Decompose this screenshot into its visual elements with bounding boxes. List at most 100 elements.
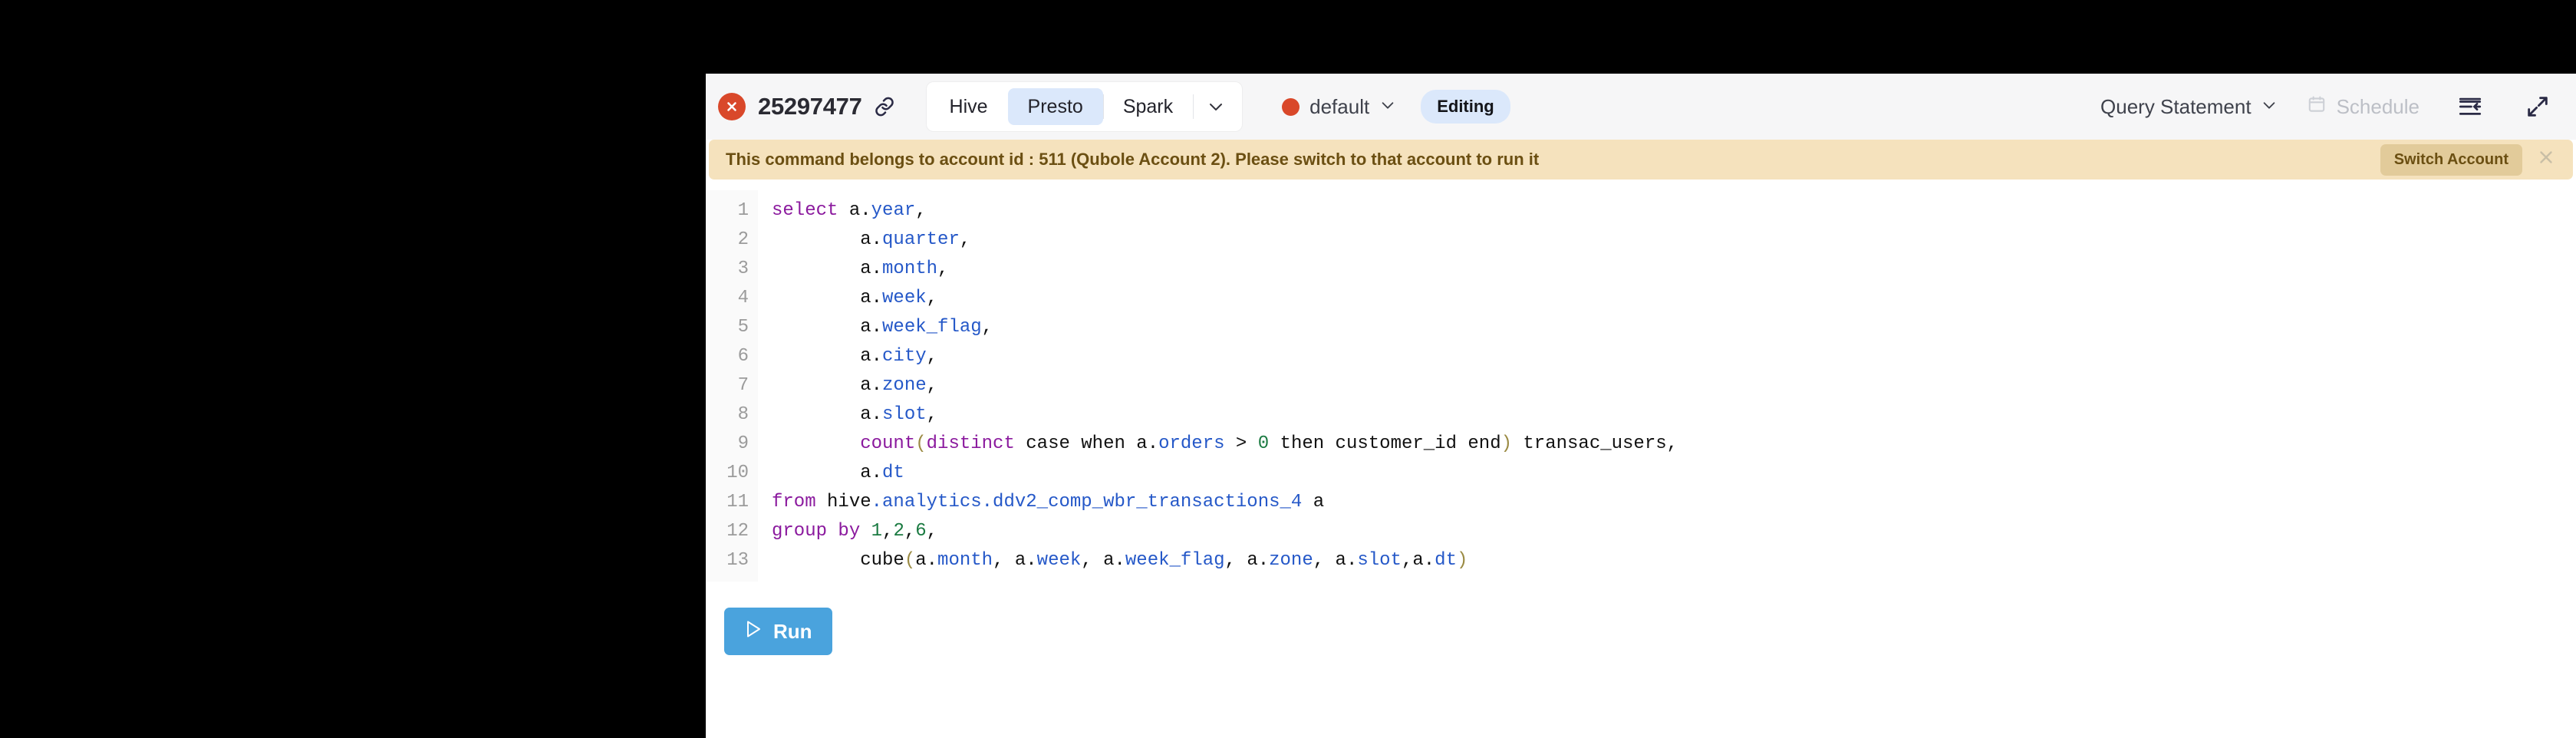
link-icon[interactable] [873, 95, 896, 118]
line-number: 10 [726, 463, 749, 483]
code-token: , [926, 404, 938, 425]
code-token: a. [772, 404, 883, 425]
code-line: a.quarter, [772, 226, 2576, 255]
code-token: transac_users, [1512, 433, 1678, 454]
line-number: 1 [737, 200, 749, 221]
code-token: a. [772, 259, 883, 279]
code-token: a [838, 200, 861, 221]
query-id: 25297477 [758, 93, 862, 120]
code-token: case when a. [1014, 433, 1159, 454]
code-token: a. [772, 375, 883, 396]
account-warning-banner: This command belongs to account id : 511… [709, 140, 2573, 180]
close-icon[interactable] [2535, 147, 2561, 172]
line-number: 7 [737, 375, 749, 396]
calendar-icon [2307, 94, 2327, 120]
code-token: slot [882, 404, 927, 425]
code-token: 1 [871, 521, 883, 542]
indent-collapse-icon[interactable] [2453, 90, 2487, 124]
code-token: , a. [1313, 550, 1358, 571]
code-token: , a. [993, 550, 1037, 571]
line-number: 13 [726, 550, 749, 571]
code-token: quarter [882, 229, 960, 250]
line-number: 3 [737, 259, 749, 279]
cluster-status-dot [1282, 97, 1300, 116]
line-number: 8 [737, 404, 749, 425]
run-button-label: Run [773, 619, 812, 643]
code-token: month [937, 550, 993, 571]
line-number: 2 [737, 229, 749, 250]
code-token: slot [1357, 550, 1402, 571]
code-token: a. [772, 288, 883, 308]
code-line: cube(a.month, a.week, a.week_flag, a.zon… [772, 546, 2576, 575]
code-token: city [882, 346, 927, 367]
schedule-label: Schedule [2336, 94, 2420, 118]
sql-editor[interactable]: 1 2 3 4 5 6 7 8 9 10 11 12 13 select a.year, a.quart… [706, 190, 2576, 582]
cluster-selector[interactable]: default [1282, 95, 1396, 119]
code-token: , [915, 200, 927, 221]
code-line: from hive.analytics.ddv2_comp_wbr_transa… [772, 488, 2576, 517]
chevron-down-icon [1379, 97, 1396, 117]
code-token: hive [815, 492, 871, 512]
code-token: , a. [1224, 550, 1270, 571]
chevron-down-icon[interactable] [1193, 88, 1239, 125]
engine-option-presto[interactable]: Presto [1007, 88, 1103, 125]
line-number: 11 [726, 492, 749, 512]
code-token: a. [915, 550, 938, 571]
code-token: a. [772, 229, 883, 250]
code-token: 6 [915, 521, 927, 542]
code-line: a.slot, [772, 400, 2576, 430]
query-statement-selector[interactable]: Query Statement [2100, 95, 2278, 119]
engine-selector-group: Hive Presto Spark [926, 82, 1243, 131]
sql-editor-container: 1 2 3 4 5 6 7 8 9 10 11 12 13 select a.year, a.quart… [706, 180, 2576, 655]
code-token: from [772, 492, 816, 512]
editor-actions: Run [706, 582, 2576, 655]
code-token: , a. [1081, 550, 1125, 571]
code-token: group by [772, 521, 861, 542]
chevron-down-icon [2261, 95, 2278, 119]
schedule-button[interactable]: Schedule [2307, 94, 2420, 120]
code-line: a.city, [772, 342, 2576, 371]
code-token: , [926, 346, 938, 367]
code-token: . [860, 200, 871, 221]
sql-code-area[interactable]: select a.year, a.quarter, a.month, a.wee… [758, 190, 2576, 582]
query-statement-label: Query Statement [2100, 94, 2252, 118]
code-token: .analytics.ddv2_comp_wbr_transactions_4 [871, 492, 1303, 512]
code-token: a. [772, 463, 883, 483]
code-token: a [1302, 492, 1325, 512]
switch-account-button[interactable]: Switch Account [2380, 143, 2522, 176]
code-line: a.zone, [772, 371, 2576, 400]
code-line: a.dt [772, 459, 2576, 488]
code-line: group by 1,2,6, [772, 517, 2576, 546]
status-badge: Editing [1421, 90, 1510, 124]
code-token: 2 [893, 521, 904, 542]
code-token: ( [915, 433, 927, 454]
code-token: > [1224, 433, 1258, 454]
toolbar-right-group: Query Statement Schedule [2100, 90, 2576, 124]
error-close-icon[interactable] [718, 93, 746, 120]
code-token: ,a. [1401, 550, 1435, 571]
engine-option-hive[interactable]: Hive [930, 88, 1008, 125]
code-token: distinct [926, 433, 1015, 454]
code-token: month [882, 259, 938, 279]
code-line: select a.year, [772, 196, 2576, 226]
code-token: week_flag [1125, 550, 1225, 571]
code-token: cube [772, 550, 904, 571]
code-token: , [981, 317, 993, 338]
code-token: , [926, 521, 938, 542]
engine-option-spark[interactable]: Spark [1102, 88, 1193, 125]
code-token: 0 [1257, 433, 1270, 454]
code-token: , [926, 288, 938, 308]
query-toolbar: 25297477 Hive Presto Spark default Editi… [706, 74, 2576, 140]
run-button[interactable]: Run [724, 608, 832, 655]
code-line: a.week, [772, 284, 2576, 313]
code-token: , [926, 375, 938, 396]
code-token: ) [1456, 550, 1468, 571]
banner-actions: Switch Account [2380, 143, 2561, 176]
expand-diagonal-icon[interactable] [2521, 90, 2555, 124]
code-line: count(distinct case when a.orders > 0 th… [772, 430, 2576, 459]
code-token: zone [882, 375, 927, 396]
code-line: a.month, [772, 255, 2576, 284]
play-triangle-icon [744, 619, 763, 644]
line-number: 9 [737, 433, 749, 454]
